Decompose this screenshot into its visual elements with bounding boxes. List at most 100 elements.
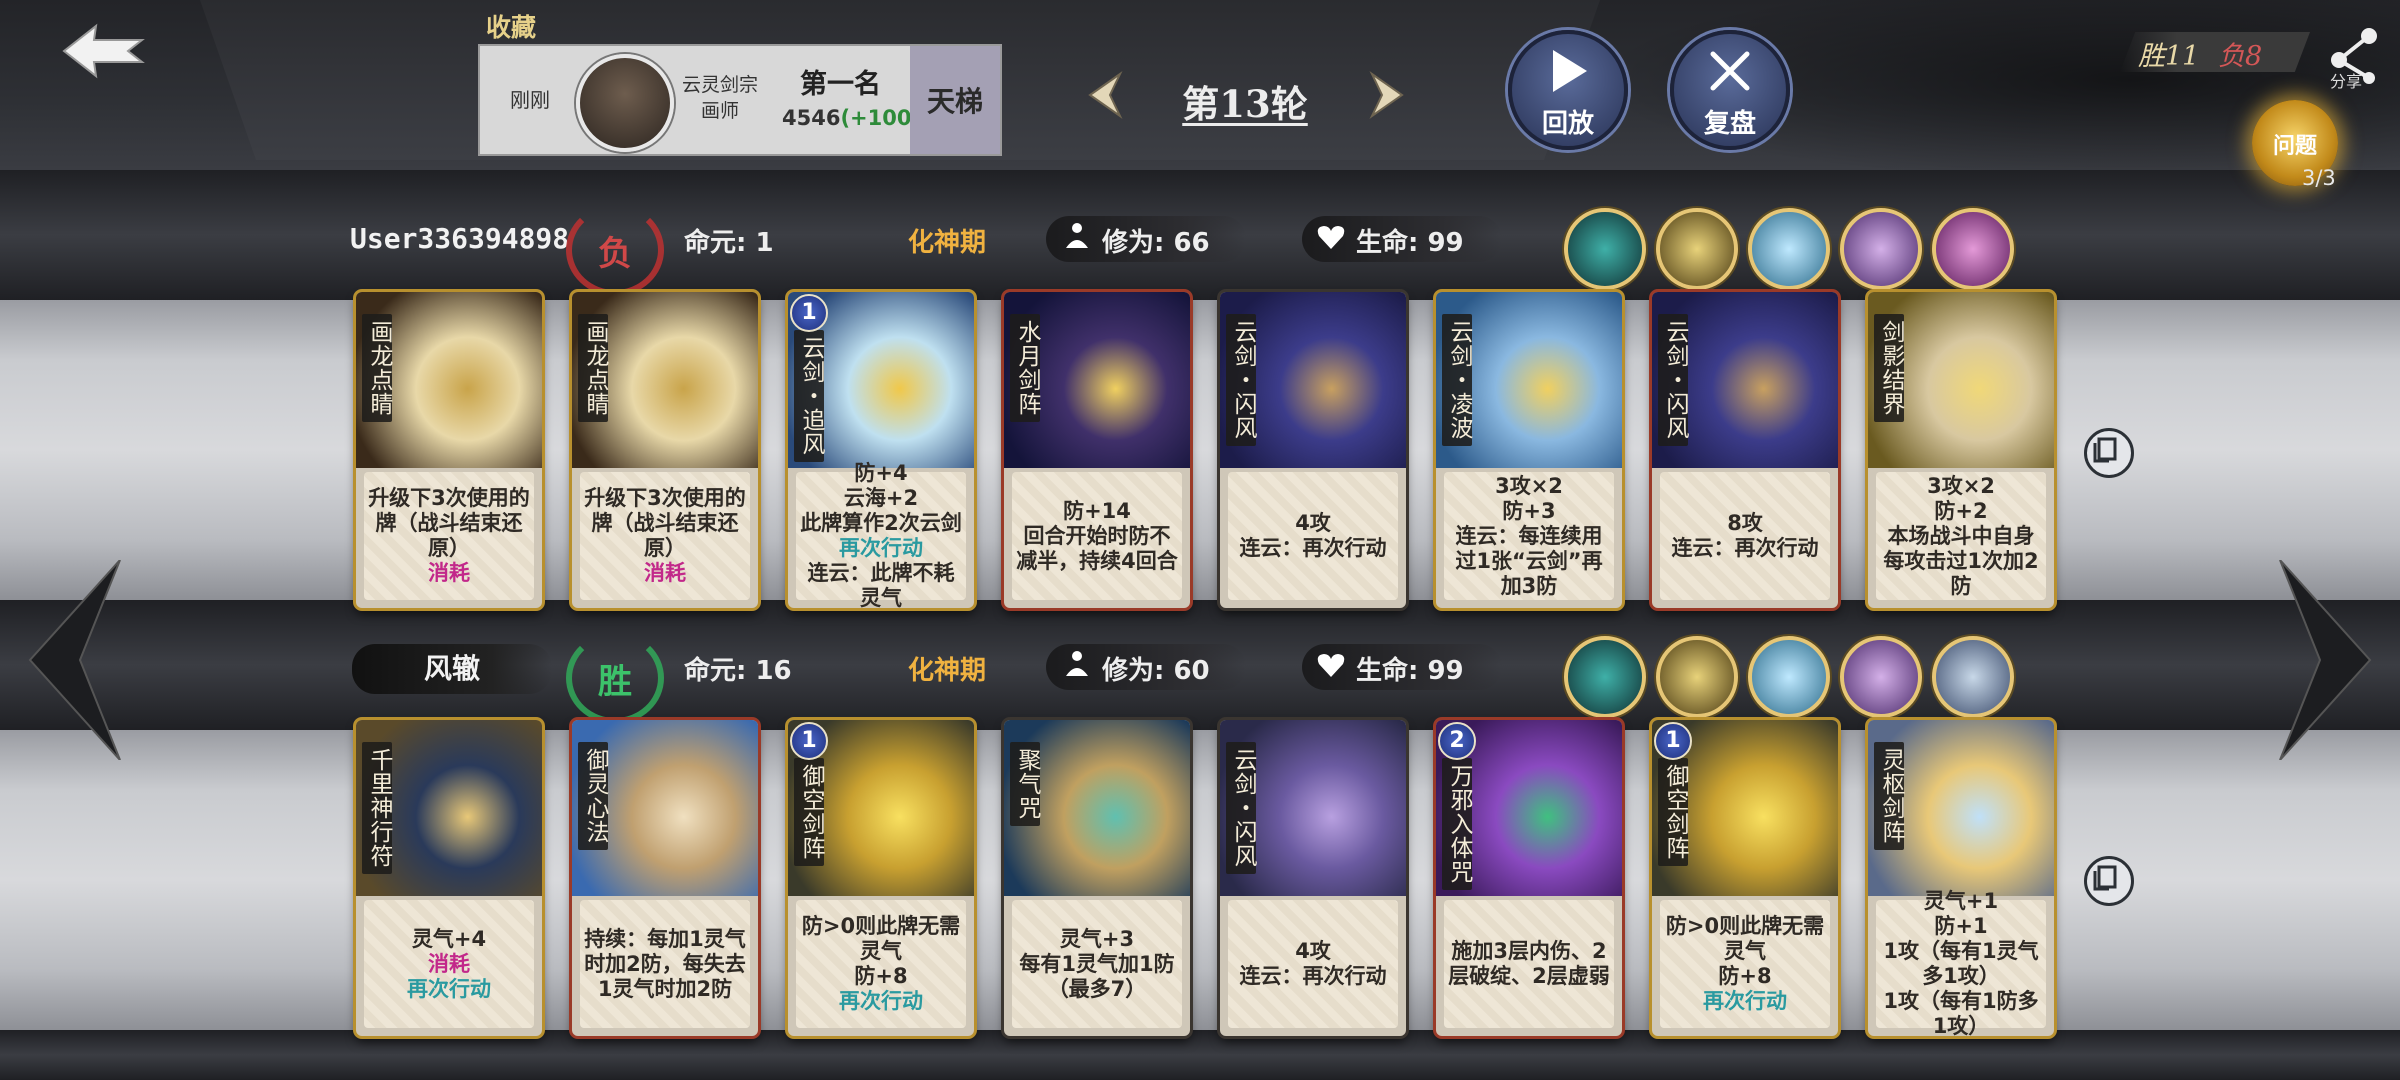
question-count: 3/3 bbox=[2302, 166, 2336, 190]
card-title: 聚气咒 bbox=[1010, 742, 1040, 826]
copy-deck-button[interactable] bbox=[2084, 428, 2134, 478]
card-description: 施加3层内伤、2层破绽、2层虚弱 bbox=[1444, 900, 1614, 1028]
card-description: 8攻 连云：再次行动 bbox=[1660, 472, 1830, 600]
card-title: 画龙点睛 bbox=[578, 314, 608, 422]
card-description: 3攻×2 防+2 本场战斗中自身每攻击过1次加2防 bbox=[1876, 472, 2046, 600]
play-icon bbox=[1553, 50, 1587, 92]
opponent-info-row: User336394898 负 命元: 1 化神期 修为: 66 生命: 99 bbox=[0, 204, 2400, 296]
card-title: 画龙点睛 bbox=[362, 314, 392, 422]
self-xiuwei: 修为: 60 bbox=[1102, 656, 1210, 686]
bottom-band bbox=[0, 1030, 2400, 1080]
card[interactable]: 云剑・闪风 4攻 连云：再次行动 bbox=[1220, 720, 1406, 1036]
self-name: 风辙 bbox=[352, 644, 552, 694]
card-title: 云剑・闪风 bbox=[1226, 314, 1256, 446]
talent-warrior-icon[interactable] bbox=[1932, 636, 2014, 718]
win-count: 胜11 bbox=[2138, 41, 2200, 72]
player-score: 4546(+100) bbox=[782, 106, 922, 130]
card[interactable]: 云剑・凌波 3攻×2 防+3 连云：每连续用过1张“云剑”再加3防 bbox=[1436, 292, 1622, 608]
back-arrow-icon bbox=[62, 23, 145, 79]
card-level-badge: 1 bbox=[1654, 722, 1692, 760]
card-description: 持续：每加1灵气时加2防，每失去1灵气时加2防 bbox=[580, 900, 750, 1028]
copy-icon bbox=[2093, 437, 2117, 463]
card-title: 御空剑阵 bbox=[794, 758, 824, 866]
card[interactable]: 万邪入体咒 2 施加3层内伤、2层破绽、2层虚弱 bbox=[1436, 720, 1622, 1036]
card-description: 3攻×2 防+3 连云：每连续用过1张“云剑”再加3防 bbox=[1444, 472, 1614, 600]
card-title: 云剑・闪风 bbox=[1226, 742, 1256, 874]
card[interactable]: 画龙点睛升级下3次使用的牌（战斗结束还原） 消耗 bbox=[356, 292, 542, 608]
card[interactable]: 画龙点睛升级下3次使用的牌（战斗结束还原） 消耗 bbox=[572, 292, 758, 608]
replay-button[interactable]: 回放 bbox=[1508, 30, 1628, 150]
next-round-button[interactable] bbox=[1362, 70, 1412, 120]
card-title: 御灵心法 bbox=[578, 742, 608, 850]
meditation-icon bbox=[1066, 651, 1088, 676]
card-description: 升级下3次使用的牌（战斗结束还原） 消耗 bbox=[364, 472, 534, 600]
copy-deck-button[interactable] bbox=[2084, 856, 2134, 906]
card[interactable]: 御空剑阵 1 防>0则此牌无需灵气 防+8 再次行动 bbox=[1652, 720, 1838, 1036]
crossed-swords-icon bbox=[1710, 51, 1750, 91]
card-title: 千里神行符 bbox=[362, 742, 392, 874]
self-info-row: 风辙 胜 命元: 16 化神期 修为: 60 生命: 99 bbox=[0, 632, 2400, 724]
self-mingyuan: 命元: 16 bbox=[684, 656, 792, 686]
talent-sword-icon[interactable] bbox=[1656, 636, 1738, 718]
player-avatar bbox=[576, 54, 674, 152]
talent-character-icon[interactable] bbox=[1840, 208, 1922, 290]
heart-icon bbox=[1317, 226, 1345, 249]
talent-cloud-icon[interactable] bbox=[1748, 636, 1830, 718]
card-description: 灵气+3 每有1灵气加1防（最多7） bbox=[1012, 900, 1182, 1028]
card[interactable]: 聚气咒灵气+3 每有1灵气加1防（最多7） bbox=[1004, 720, 1190, 1036]
opponent-name: User336394898 bbox=[350, 222, 570, 255]
self-realm: 化神期 bbox=[908, 656, 987, 686]
chevron-right-icon bbox=[1369, 71, 1404, 119]
card-description: 升级下3次使用的牌（战斗结束还原） 消耗 bbox=[580, 472, 750, 600]
self-result-badge: 胜 bbox=[566, 632, 664, 724]
card[interactable]: 水月剑阵 防+14 回合开始时防不减半，持续4回合 bbox=[1004, 292, 1190, 608]
card-level-badge: 1 bbox=[790, 722, 828, 760]
back-button[interactable] bbox=[58, 20, 148, 82]
card[interactable]: 云剑・追风 1 防+4 云海+2 此牌算作2次云剑 再次行动 连云：此牌不耗灵气 bbox=[788, 292, 974, 608]
chevron-left-icon bbox=[1088, 71, 1123, 119]
card[interactable]: 灵枢剑阵灵气+1 防+1 1攻（每有1灵气多1攻） 1攻（每有1防多1攻） bbox=[1868, 720, 2054, 1036]
card-description: 4攻 连云：再次行动 bbox=[1228, 900, 1398, 1028]
card[interactable]: 云剑・闪风 4攻 连云：再次行动 bbox=[1220, 292, 1406, 608]
self-life: 生命: 99 bbox=[1356, 656, 1464, 686]
loss-count: 负8 bbox=[2218, 41, 2263, 72]
card-title: 云剑・追风 bbox=[794, 330, 824, 462]
card-title: 云剑・闪风 bbox=[1658, 314, 1688, 446]
card-level-badge: 2 bbox=[1438, 722, 1476, 760]
card-description: 防+4 云海+2 此牌算作2次云剑 再次行动 连云：此牌不耗灵气 bbox=[796, 461, 966, 608]
card-title: 云剑・凌波 bbox=[1442, 314, 1472, 446]
card[interactable]: 御灵心法持续：每加1灵气时加2防，每失去1灵气时加2防 bbox=[572, 720, 758, 1036]
talent-portrait-icon[interactable] bbox=[1932, 208, 2014, 290]
player-record-card[interactable]: 刚刚 云灵剑宗 画师 第一名 4546(+100) 天梯 bbox=[478, 44, 1002, 156]
card[interactable]: 剑影结界 3攻×2 防+2 本场战斗中自身每攻击过1次加2防 bbox=[1868, 292, 2054, 608]
card[interactable]: 御空剑阵 1 防>0则此牌无需灵气 防+8 再次行动 bbox=[788, 720, 974, 1036]
opponent-mingyuan: 命元: 1 bbox=[684, 228, 774, 258]
talent-cloud-icon[interactable] bbox=[1748, 208, 1830, 290]
meditation-icon bbox=[1066, 223, 1088, 248]
card-description: 防>0则此牌无需灵气 防+8 再次行动 bbox=[1660, 900, 1830, 1028]
round-label: 第13轮 bbox=[1182, 82, 1308, 126]
card-title: 灵枢剑阵 bbox=[1874, 742, 1904, 850]
talent-eye-icon[interactable] bbox=[1564, 636, 1646, 718]
opponent-xiuwei: 修为: 66 bbox=[1102, 228, 1210, 258]
prev-round-button[interactable] bbox=[1080, 70, 1130, 120]
card-title: 剑影结界 bbox=[1874, 314, 1904, 422]
card[interactable]: 云剑・闪风 8攻 连云：再次行动 bbox=[1652, 292, 1838, 608]
opponent-life: 生命: 99 bbox=[1356, 228, 1464, 258]
talent-sword-icon[interactable] bbox=[1656, 208, 1738, 290]
talent-character-icon[interactable] bbox=[1840, 636, 1922, 718]
opponent-realm: 化神期 bbox=[908, 228, 987, 258]
review-button[interactable]: 复盘 bbox=[1670, 30, 1790, 150]
card-title: 水月剑阵 bbox=[1010, 314, 1040, 422]
card-title: 御空剑阵 bbox=[1658, 758, 1688, 866]
card[interactable]: 千里神行符灵气+4 消耗 再次行动 bbox=[356, 720, 542, 1036]
card-description: 灵气+1 防+1 1攻（每有1灵气多1攻） 1攻（每有1防多1攻） bbox=[1876, 889, 2046, 1036]
mode-label: 天梯 bbox=[910, 46, 1000, 154]
card-description: 灵气+4 消耗 再次行动 bbox=[364, 900, 534, 1028]
favorite-label[interactable]: 收藏 bbox=[486, 8, 536, 44]
heart-icon bbox=[1317, 654, 1345, 677]
card-level-badge: 1 bbox=[790, 294, 828, 332]
player-sect: 云灵剑宗 画师 bbox=[681, 74, 758, 122]
copy-icon bbox=[2093, 865, 2117, 891]
talent-eye-icon[interactable] bbox=[1564, 208, 1646, 290]
